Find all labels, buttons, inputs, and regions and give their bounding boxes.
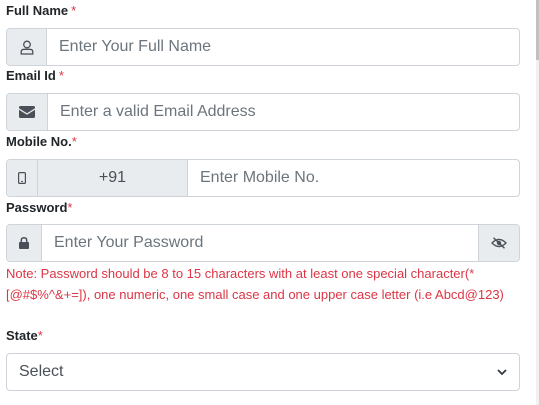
required-mark: * xyxy=(71,134,77,149)
envelope-icon xyxy=(19,106,35,118)
password-label: Password* xyxy=(6,200,72,215)
full-name-label: Full Name * xyxy=(6,3,76,18)
email-label-text: Email Id xyxy=(6,68,56,83)
state-label: State* xyxy=(6,328,43,343)
chevron-down-icon xyxy=(497,368,507,375)
mobile-label-text: Mobile No. xyxy=(6,134,72,149)
mobile-input[interactable] xyxy=(188,160,519,196)
password-addon xyxy=(7,225,42,261)
country-code[interactable]: +91 xyxy=(38,160,188,196)
state-label-text: State xyxy=(6,328,38,343)
mobile-label: Mobile No.* xyxy=(6,134,77,149)
password-requirements-note: Note: Password should be 8 to 15 charact… xyxy=(6,266,504,302)
required-mark: * xyxy=(37,328,43,343)
mobile-addon xyxy=(7,160,38,196)
eye-slash-icon xyxy=(491,237,507,249)
password-input[interactable] xyxy=(42,225,478,261)
email-addon xyxy=(7,94,48,130)
email-input[interactable] xyxy=(48,94,519,130)
lock-icon xyxy=(19,237,29,249)
password-label-text: Password xyxy=(6,200,68,215)
required-mark: * xyxy=(67,200,73,215)
password-visibility-toggle[interactable] xyxy=(478,225,519,261)
password-group xyxy=(6,224,520,262)
email-label: Email Id * xyxy=(6,68,64,83)
state-select-value: Select xyxy=(19,363,64,380)
full-name-addon xyxy=(7,29,47,65)
full-name-group xyxy=(6,28,520,66)
state-select[interactable]: Select xyxy=(6,353,520,391)
required-mark: * xyxy=(71,3,77,18)
full-name-label-text: Full Name xyxy=(6,3,69,18)
required-mark: * xyxy=(58,68,64,83)
full-name-input[interactable] xyxy=(47,29,519,65)
mobile-icon xyxy=(18,172,26,184)
mobile-group: +91 xyxy=(6,159,520,197)
email-group xyxy=(6,93,520,131)
user-icon xyxy=(20,40,33,55)
